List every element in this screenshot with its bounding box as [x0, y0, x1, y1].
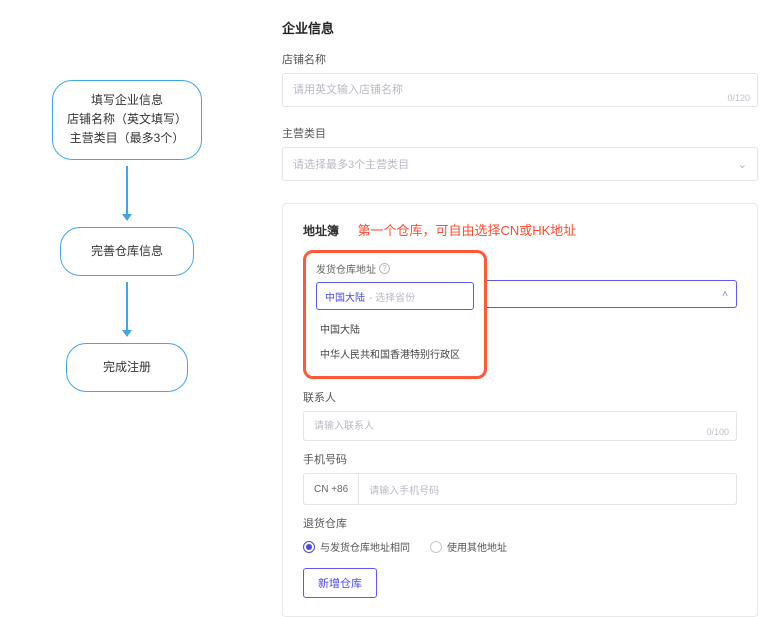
region-option-hk[interactable]: 中华人民共和国香港特别行政区	[316, 341, 474, 366]
region-select-extension: ˄	[487, 280, 737, 308]
region-selected-value: 中国大陆	[325, 289, 365, 304]
chevron-down-icon: ⌄	[738, 158, 747, 171]
region-dropdown: 中国大陆 中华人民共和国香港特别行政区	[316, 316, 474, 366]
flow-step-2-label: 完善仓库信息	[91, 242, 163, 261]
address-book-title: 地址簿	[303, 222, 339, 239]
return-label: 退货仓库	[303, 515, 737, 531]
flow-step-3: 完成注册	[66, 343, 188, 392]
store-name-input[interactable]	[282, 73, 758, 107]
category-select[interactable]: 请选择最多3个主营类目 ⌄	[282, 147, 758, 181]
flow-step-2: 完善仓库信息	[60, 227, 194, 276]
region-select[interactable]: 中国大陆 - 选择省份	[316, 282, 474, 310]
region-option-cn[interactable]: 中国大陆	[316, 316, 474, 341]
phone-label: 手机号码	[303, 451, 737, 467]
flow-arrow-2	[122, 282, 132, 337]
section-heading: 企业信息	[282, 18, 758, 37]
contact-label: 联系人	[303, 389, 737, 405]
flow-step-1-line-3: 主营类目（最多3个）	[67, 129, 187, 148]
flow-step-1: 填写企业信息 店铺名称（英文填写） 主营类目（最多3个）	[52, 80, 202, 160]
contact-input[interactable]	[303, 411, 737, 441]
phone-prefix[interactable]: CN +86	[304, 474, 359, 504]
help-icon: ?	[379, 263, 390, 274]
phone-placeholder: 请输入手机号码	[359, 482, 449, 497]
page-root: 填写企业信息 店铺名称（英文填写） 主营类目（最多3个） 完善仓库信息 完成注册…	[0, 0, 770, 547]
contact-wrapper: 0/100	[303, 411, 737, 441]
category-label: 主营类目	[282, 125, 758, 141]
store-name-wrapper: 0/120	[282, 73, 758, 107]
flow-step-1-line-1: 填写企业信息	[67, 91, 187, 110]
add-warehouse-button[interactable]: 新增仓库	[303, 568, 377, 598]
store-name-label: 店铺名称	[282, 51, 758, 67]
flow-arrow-1	[122, 166, 132, 221]
contact-counter: 0/100	[706, 427, 729, 437]
shipping-region-highlight: 发货仓库地址 ? 中国大陆 - 选择省份 中国大陆 中华人民共和国香港特别行政区	[303, 250, 487, 379]
phone-input-group[interactable]: CN +86 请输入手机号码	[303, 473, 737, 505]
form-area: 企业信息 店铺名称 0/120 主营类目 请选择最多3个主营类目 ⌄ 地址簿 第…	[282, 18, 758, 537]
category-placeholder: 请选择最多3个主营类目	[293, 156, 409, 172]
chevron-up-icon: ˄	[722, 289, 728, 300]
address-annotation: 第一个仓库，可自由选择CN或HK地址	[357, 223, 576, 238]
shipping-label: 发货仓库地址 ?	[316, 261, 474, 276]
store-name-counter: 0/120	[727, 93, 750, 103]
address-book-card: 地址簿 第一个仓库，可自由选择CN或HK地址 发货仓库地址 ? 中国大陆 - 选…	[282, 203, 758, 617]
region-sub-placeholder: - 选择省份	[369, 289, 415, 304]
flow-step-1-line-2: 店铺名称（英文填写）	[67, 110, 187, 129]
flowchart: 填写企业信息 店铺名称（英文填写） 主营类目（最多3个） 完善仓库信息 完成注册	[42, 80, 212, 392]
flow-step-3-label: 完成注册	[103, 358, 151, 377]
